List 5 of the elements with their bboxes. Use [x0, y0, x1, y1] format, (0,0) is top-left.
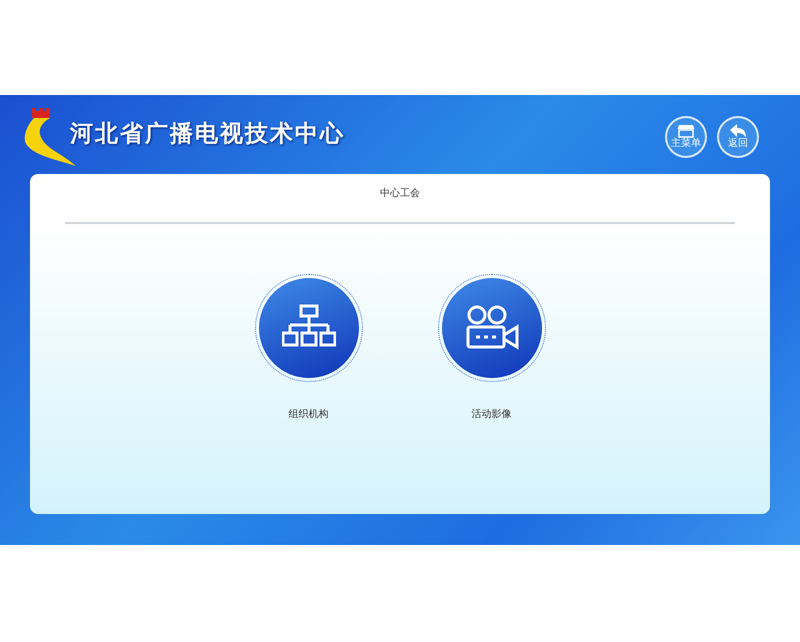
video-camera-icon: [464, 305, 518, 351]
shop-icon: [677, 124, 695, 138]
panel-title: 中心工会: [380, 186, 420, 201]
site-title: 河北省广播电视技术中心: [70, 119, 345, 150]
back-arrow-icon: [729, 124, 747, 138]
